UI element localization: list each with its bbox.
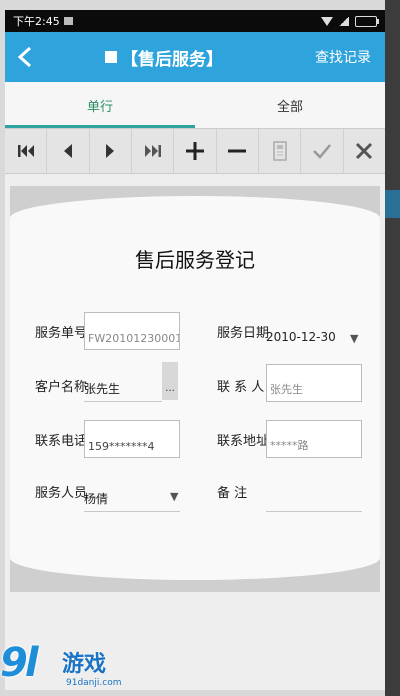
record-toolbar xyxy=(5,128,385,174)
service-registration-form: 售后服务登记 服务单号 FW20101230001 服务日期 2010-12-3… xyxy=(10,196,380,580)
phone-screen: 下午2:45 【售后服务】 查找记录 单行 全部 售后服务登记 服务单号 FW2… xyxy=(5,10,385,690)
form-container: 售后服务登记 服务单号 FW20101230001 服务日期 2010-12-3… xyxy=(10,186,380,592)
confirm-button[interactable] xyxy=(301,129,344,173)
app-header: 【售后服务】 查找记录 xyxy=(5,32,385,82)
service-staff-value: 杨倩 xyxy=(84,492,109,506)
contact-address-field[interactable]: *****路 xyxy=(266,420,362,458)
previous-record-button[interactable] xyxy=(47,129,90,173)
service-date-value: 2010-12-30 xyxy=(266,330,336,344)
back-arrow-icon xyxy=(17,46,32,68)
customer-lookup-button[interactable]: ... xyxy=(162,362,178,400)
delete-button[interactable] xyxy=(217,129,259,173)
remarks-label: 备 注 xyxy=(217,486,248,501)
contact-person-label: 联 系 人 xyxy=(217,380,265,395)
contact-address-label: 联系地址 xyxy=(217,434,270,449)
previous-record-icon xyxy=(63,144,72,158)
signal-icon xyxy=(339,16,349,26)
add-icon xyxy=(185,142,204,160)
customer-name-value: 张先生 xyxy=(84,382,121,396)
title-square-icon xyxy=(105,51,117,63)
active-tab-indicator xyxy=(5,125,195,128)
notification-icon xyxy=(63,17,73,25)
contact-person-field[interactable]: 张先生 xyxy=(266,364,362,402)
last-record-icon xyxy=(144,145,161,157)
service-no-field[interactable]: FW20101230001 xyxy=(84,312,180,350)
page-title-text: 【售后服务】 xyxy=(121,49,223,70)
service-staff-select[interactable]: 杨倩 xyxy=(84,472,180,512)
next-record-button[interactable] xyxy=(90,129,132,173)
watermark-url: 91danji.com xyxy=(66,678,122,688)
watermark-name: 游戏 xyxy=(62,652,107,677)
site-watermark: 9l 游戏 91danji.com xyxy=(0,640,140,696)
status-time: 下午2:45 xyxy=(13,15,60,28)
form-title: 售后服务登记 xyxy=(135,248,255,272)
wifi-icon xyxy=(321,16,333,26)
background-strip xyxy=(385,0,400,696)
page-title: 【售后服务】 xyxy=(105,32,223,82)
contact-phone-label: 联系电话 xyxy=(35,434,88,449)
first-record-icon xyxy=(17,145,34,157)
service-staff-label: 服务人员 xyxy=(35,486,88,501)
service-date-label: 服务日期 xyxy=(217,326,270,341)
save-icon xyxy=(272,141,287,161)
contact-phone-field[interactable]: 159*******4 xyxy=(84,420,180,458)
add-button[interactable] xyxy=(174,129,217,173)
service-date-dropdown-icon[interactable]: ▼ xyxy=(350,332,358,345)
status-bar: 下午2:45 xyxy=(5,10,385,32)
last-record-button[interactable] xyxy=(132,129,175,173)
service-no-label: 服务单号 xyxy=(35,326,88,341)
tab-all[interactable]: 全部 xyxy=(195,82,385,128)
cancel-x-icon xyxy=(356,142,373,160)
save-button[interactable] xyxy=(259,129,302,173)
customer-name-label: 客户名称 xyxy=(35,380,88,395)
tab-single-row[interactable]: 单行 xyxy=(5,82,195,128)
remarks-field[interactable] xyxy=(266,472,362,512)
background-strip-accent xyxy=(385,190,400,218)
watermark-logo: 9l xyxy=(0,640,39,686)
view-tabs: 单行 全部 xyxy=(5,82,385,128)
customer-name-field[interactable]: 张先生 xyxy=(84,362,162,402)
back-button[interactable] xyxy=(5,32,45,82)
next-record-icon xyxy=(106,144,115,158)
confirm-check-icon xyxy=(313,144,331,159)
cancel-button[interactable] xyxy=(344,129,385,173)
service-date-select[interactable]: 2010-12-30 xyxy=(266,318,362,348)
first-record-button[interactable] xyxy=(5,129,48,173)
delete-icon xyxy=(228,149,247,153)
service-staff-dropdown-icon[interactable]: ▼ xyxy=(170,490,178,503)
find-records-link[interactable]: 查找记录 xyxy=(315,32,371,82)
battery-icon xyxy=(355,15,379,27)
